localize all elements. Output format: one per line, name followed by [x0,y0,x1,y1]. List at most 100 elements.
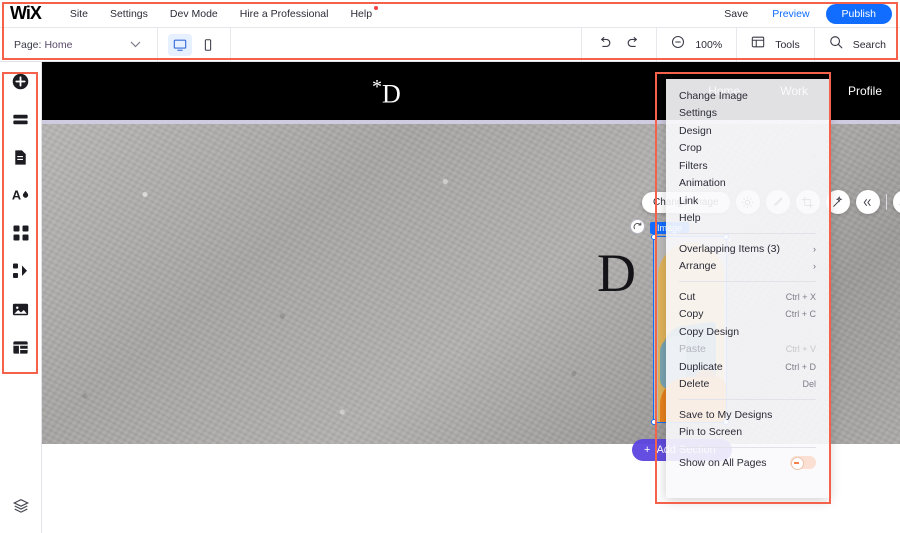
context-menu-item-shortcut: Del [802,379,816,389]
selection-handle-bottom-left [651,419,657,425]
desktop-view-button[interactable] [168,34,192,56]
wix-logo[interactable]: WiX [10,3,41,24]
page-selector[interactable]: Page: Home [0,28,158,61]
context-menu-item-duplicate[interactable]: DuplicateCtrl + D [666,358,829,376]
chevron-right-icon: › [813,261,816,271]
context-menu-item-paste: PasteCtrl + V [666,341,829,359]
zoom-out-icon[interactable] [671,35,685,54]
context-menu-item-link[interactable]: Link [666,192,829,210]
editor-toolbar: Page: Home [0,28,900,62]
desktop-icon [173,38,187,52]
page-selector-key: Page: [14,39,41,51]
sidebar-item-content-manager[interactable] [0,328,42,366]
context-menu-item-label: Show on All Pages [679,457,767,469]
context-menu-item-show-on-all-pages[interactable]: Show on All Pages [666,454,829,472]
viewmode-switcher [158,28,231,61]
page-icon [11,148,30,167]
preview-button[interactable]: Preview [760,8,821,20]
context-menu-item-change-image[interactable]: Change Image [666,87,829,105]
sidebar-item-pages[interactable] [0,138,42,176]
menu-item-site[interactable]: Site [59,8,99,20]
sidebar-item-add-elements[interactable] [0,62,42,100]
context-menu-item-delete[interactable]: DeleteDel [666,376,829,394]
animation-icon[interactable] [856,190,880,214]
context-menu-item-label: Link [679,195,698,207]
context-menu-item-label: Animation [679,177,726,189]
context-menu-item-copy[interactable]: Copy Ctrl + C [666,306,829,324]
sidebar-item-apps[interactable] [0,214,42,252]
show-on-all-pages-toggle[interactable] [790,456,816,469]
context-menu-item-shortcut: Ctrl + X [786,292,816,302]
layers-icon [12,497,30,515]
context-menu-item-cut[interactable]: Cut Ctrl + X [666,288,829,306]
context-menu-item-overlapping-items-3[interactable]: Overlapping Items (3) › [666,240,829,258]
table-icon [11,338,30,357]
filters-wand-icon[interactable] [826,190,850,214]
context-menu-item-save-to-my-designs[interactable]: Save to My Designs [666,406,829,424]
menu-item-dev-mode[interactable]: Dev Mode [159,8,229,20]
context-menu-item-settings[interactable]: Settings [666,105,829,123]
sidebar-item-media[interactable] [0,290,42,328]
zoom-level-label: 100% [695,39,722,51]
menu-item-settings[interactable]: Settings [99,8,159,20]
menu-item-help[interactable]: Help [339,8,383,20]
context-menu-separator [679,233,816,234]
plus-icon: + [644,444,650,456]
tools-button[interactable]: Tools [736,28,814,61]
sidebar-item-site-theme[interactable]: A [0,176,42,214]
context-menu-item-label: Cut [679,291,695,303]
publish-button[interactable]: Publish [826,4,892,24]
context-menu-item-arrange[interactable]: Arrange › [666,258,829,276]
sections-icon [11,110,30,129]
context-menu-item-label: Pin to Screen [679,426,742,438]
chevron-right-icon: › [813,244,816,254]
theme-letter-drop-icon: A [11,185,31,205]
context-menu-item-shortcut: Ctrl + C [785,309,816,319]
context-menu-separator [679,281,816,282]
menu-item-hire-a-professional[interactable]: Hire a Professional [229,8,340,20]
context-menu-item-label: Help [679,212,701,224]
context-menu-item-animation[interactable]: Animation [666,175,829,193]
context-menu-item-label: Design [679,125,712,137]
context-menu-item-label: Overlapping Items (3) [679,243,780,255]
context-menu-item-shortcut: Ctrl + V [786,344,816,354]
context-menu-item-pin-to-screen[interactable]: Pin to Screen [666,424,829,442]
page-selector-value: Home [44,39,72,51]
tools-label: Tools [775,39,800,51]
search-icon [829,35,843,54]
wix-editor-window: WiX Site Settings Dev Mode Hire a Profes… [0,0,900,533]
search-button[interactable]: Search [814,28,900,61]
context-menu-item-label: Filters [679,160,708,172]
sidebar-item-layers[interactable] [0,487,42,525]
link-icon[interactable] [893,190,900,214]
context-menu-item-label: Save to My Designs [679,409,772,421]
sidebar-item-business-tools[interactable] [0,252,42,290]
save-button[interactable]: Save [712,8,760,20]
grid-apps-icon [12,224,30,242]
sidebar-bottom [0,487,42,525]
context-menu-item-copy-design[interactable]: Copy Design [666,323,829,341]
context-menu-item-design[interactable]: Design [666,122,829,140]
hero-letter: D [597,242,640,304]
context-menu-item-help[interactable]: Help [666,210,829,228]
nodes-icon [12,262,30,280]
plus-circle-icon [11,72,30,91]
site-logo[interactable]: *D [372,76,401,110]
top-right-actions: Save Preview Publish [712,4,900,24]
left-sidebar: A [0,62,42,533]
image-context-menu[interactable]: Change ImageSettings Design Crop Filters Ani… [666,79,829,498]
context-menu-item-crop[interactable]: Crop [666,140,829,158]
redo-icon[interactable] [626,36,640,54]
mobile-view-button[interactable] [196,34,220,56]
site-nav-profile[interactable]: Profile [848,84,882,98]
undo-icon[interactable] [598,36,612,54]
panels-icon [751,35,765,54]
context-menu-item-filters[interactable]: Filters [666,157,829,175]
zoom-control[interactable]: 100% [656,28,736,61]
context-menu-item-label: Copy [679,308,704,320]
top-menu-bar: WiX Site Settings Dev Mode Hire a Profes… [0,0,900,28]
rotate-icon[interactable] [630,219,645,234]
context-menu-item-label: Arrange [679,260,716,272]
sidebar-item-add-section[interactable] [0,100,42,138]
svg-text:A: A [11,188,20,203]
